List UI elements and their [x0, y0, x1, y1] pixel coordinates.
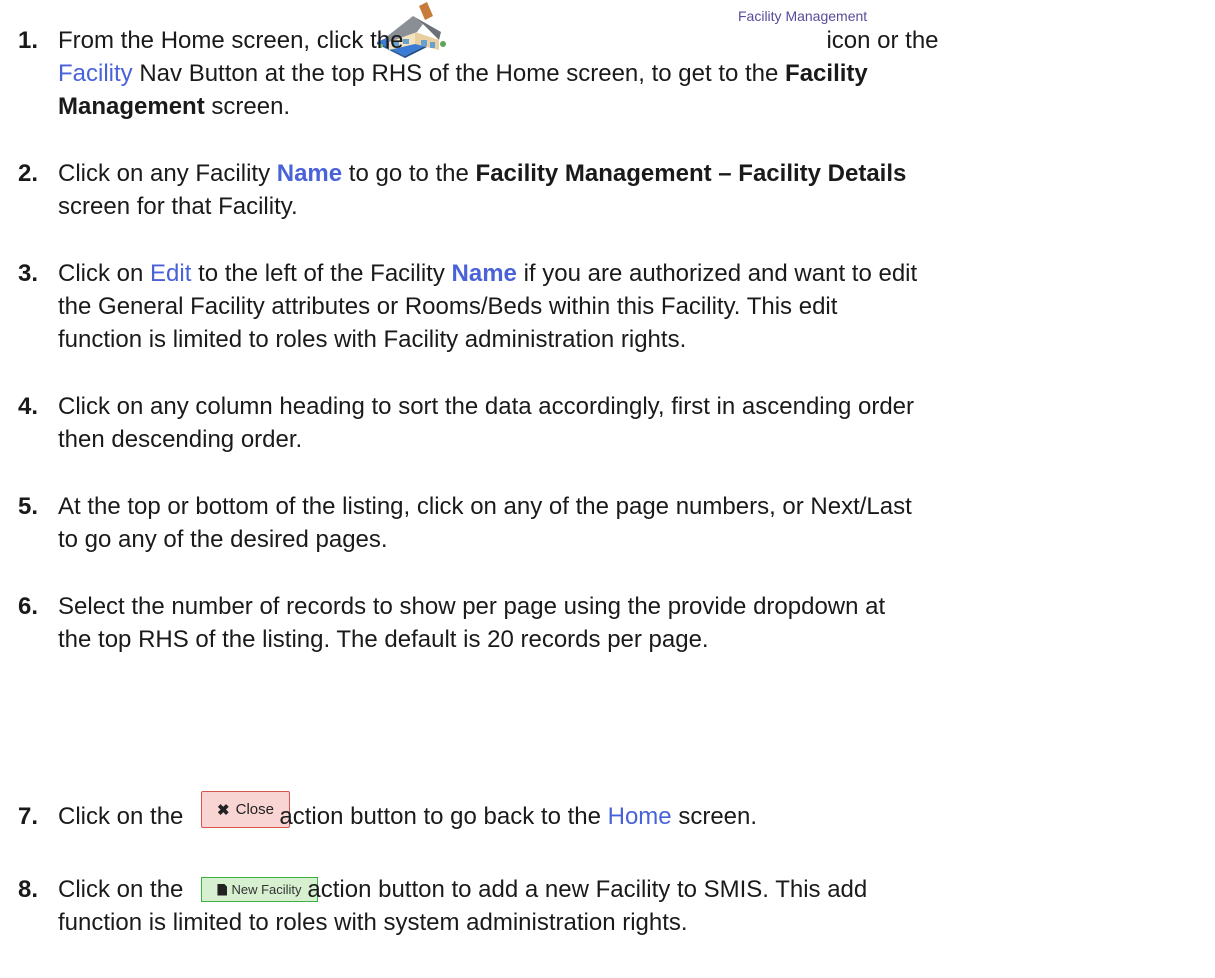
bold-term: Facility Management – Facility Details — [475, 160, 907, 187]
step-text: From the Home screen, click the — [58, 27, 404, 54]
step-number: 3. — [18, 260, 39, 287]
step-text: Click on the — [58, 803, 184, 830]
step-7: 7. Click on the action button to go back t… — [18, 800, 1198, 833]
step-number: 4. — [18, 393, 39, 420]
step-number: 2. — [18, 160, 39, 187]
name-link[interactable]: Name — [277, 160, 342, 187]
step-number: 1. — [18, 27, 39, 54]
step-number: 5. — [18, 493, 39, 520]
step-text: if you are authorized and want to edit — [523, 260, 918, 287]
step-text: to go to the — [348, 160, 469, 187]
step-3: 3. Click on Edit to the left of the Facil… — [18, 257, 1198, 356]
step-text: the General Facility attributes or Rooms… — [58, 293, 838, 320]
step-number: 7. — [18, 803, 39, 830]
step-text: screen. — [678, 803, 758, 830]
step-text: then descending order. — [58, 426, 303, 453]
step-text: function is limited to roles with Facili… — [58, 326, 687, 353]
edit-link[interactable]: Edit — [150, 260, 191, 287]
step-text: Select the number of records to show per… — [58, 593, 886, 620]
step-text: to the left of the Facility — [198, 260, 445, 287]
step-text: screen for that Facility. — [58, 193, 298, 220]
step-text: Click on — [58, 260, 144, 287]
step-text: Click on the — [58, 876, 184, 903]
step-number: 6. — [18, 593, 39, 620]
step-text: screen. — [211, 93, 291, 120]
step-8: 8. Click on the action button to add a new… — [18, 873, 1198, 939]
step-5: 5. At the top or bottom of the listing, c… — [18, 490, 1198, 556]
bold-term: Facility — [785, 60, 868, 87]
step-number: 8. — [18, 876, 39, 903]
step-text: icon or the — [826, 27, 939, 54]
step-text: function is limited to roles with system… — [58, 909, 688, 936]
step-4: 4. Click on any column heading to sort th… — [18, 390, 1198, 456]
step-text: Click on any Facility — [58, 160, 271, 187]
step-text: action button to add a new Facility to S… — [307, 876, 868, 903]
step-text: action button to go back to the — [279, 803, 601, 830]
step-text: Click on any column heading to sort the … — [58, 393, 915, 420]
facility-management-caption: Facility Management — [738, 8, 868, 24]
step-text: At the top or bottom of the listing, cli… — [58, 493, 912, 520]
home-link[interactable]: Home — [608, 803, 672, 830]
step-2: 2. Click on any Facility Name to go to th… — [18, 157, 1198, 223]
bold-term: Management — [58, 93, 205, 120]
step-6: 6. Select the number of records to show p… — [18, 590, 1198, 656]
instruction-page: Facility Management 1. From the Home scre… — [0, 0, 1215, 978]
facility-nav-link[interactable]: Facility — [58, 60, 133, 87]
step-text: to go any of the desired pages. — [58, 526, 388, 553]
step-1: 1. From the Home screen, click the icon or… — [18, 24, 1198, 123]
step-text: Nav Button at the top RHS of the Home sc… — [139, 60, 779, 87]
name-link[interactable]: Name — [452, 260, 517, 287]
step-text: the top RHS of the listing. The default … — [58, 626, 709, 653]
